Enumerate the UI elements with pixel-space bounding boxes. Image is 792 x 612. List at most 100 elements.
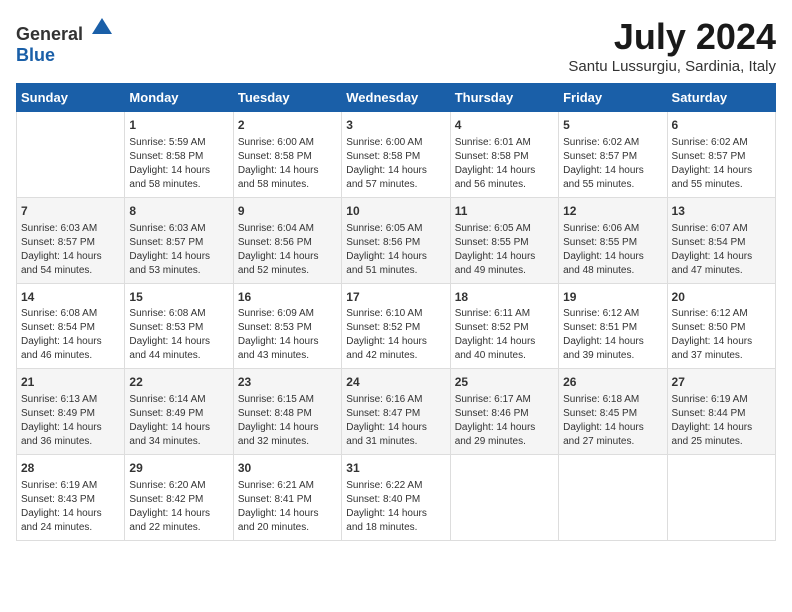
header-day-sunday: Sunday (17, 84, 125, 112)
day-info: Sunrise: 6:20 AMSunset: 8:42 PMDaylight:… (129, 479, 228, 535)
day-info: Sunrise: 6:19 AMSunset: 8:44 PMDaylight:… (672, 393, 771, 449)
day-cell: 16Sunrise: 6:09 AMSunset: 8:53 PMDayligh… (233, 283, 341, 369)
day-cell: 21 Sunrise: 6:13 AMSunset: 8:49 PMDayligh… (17, 369, 125, 455)
day-cell: 6 Sunrise: 6:02 AMSunset: 8:57 PMDaylight… (667, 112, 775, 198)
day-info: Sunrise: 6:16 AMSunset: 8:47 PMDaylight:… (346, 393, 445, 449)
day-info: Sunrise: 6:03 AMSunset: 8:57 PMDaylight:… (21, 222, 120, 278)
week-row-2: 14Sunrise: 6:08 AMSunset: 8:54 PMDayligh… (17, 283, 776, 369)
day-info: Sunrise: 6:00 AMSunset: 8:58 PMDaylight:… (238, 136, 337, 192)
day-cell: 12Sunrise: 6:06 AMSunset: 8:55 PMDayligh… (559, 197, 667, 283)
day-cell: 31 Sunrise: 6:22 AMSunset: 8:40 PMDayligh… (342, 455, 450, 541)
logo-general: General (16, 24, 83, 44)
day-number: 2 (238, 117, 337, 134)
day-info: Sunrise: 6:17 AMSunset: 8:46 PMDaylight:… (455, 393, 554, 449)
day-number: 27 (672, 374, 771, 391)
logo: General Blue (16, 16, 114, 66)
day-number: 29 (129, 460, 228, 477)
day-number: 8 (129, 203, 228, 220)
day-number: 18 (455, 289, 554, 306)
day-number: 7 (21, 203, 120, 220)
day-number: 26 (563, 374, 662, 391)
header-day-thursday: Thursday (450, 84, 558, 112)
header-day-wednesday: Wednesday (342, 84, 450, 112)
day-cell: 22 Sunrise: 6:14 AMSunset: 8:49 PMDayligh… (125, 369, 233, 455)
day-cell (17, 112, 125, 198)
calendar-header: SundayMondayTuesdayWednesdayThursdayFrid… (17, 84, 776, 112)
header-day-saturday: Saturday (667, 84, 775, 112)
day-number: 10 (346, 203, 445, 220)
day-cell: 27 Sunrise: 6:19 AMSunset: 8:44 PMDayligh… (667, 369, 775, 455)
week-row-3: 21 Sunrise: 6:13 AMSunset: 8:49 PMDayligh… (17, 369, 776, 455)
day-cell: 26 Sunrise: 6:18 AMSunset: 8:45 PMDayligh… (559, 369, 667, 455)
week-row-4: 28 Sunrise: 6:19 AMSunset: 8:43 PMDayligh… (17, 455, 776, 541)
day-number: 9 (238, 203, 337, 220)
day-info: Sunrise: 6:01 AMSunset: 8:58 PMDaylight:… (455, 136, 554, 192)
day-info: Sunrise: 6:18 AMSunset: 8:45 PMDaylight:… (563, 393, 662, 449)
day-info: Sunrise: 6:08 AMSunset: 8:54 PMDaylight:… (21, 307, 120, 363)
day-info: Sunrise: 6:08 AMSunset: 8:53 PMDaylight:… (129, 307, 228, 363)
day-number: 11 (455, 203, 554, 220)
calendar-table: SundayMondayTuesdayWednesdayThursdayFrid… (16, 83, 776, 541)
day-number: 23 (238, 374, 337, 391)
day-number: 1 (129, 117, 228, 134)
day-cell (559, 455, 667, 541)
week-row-0: 1Sunrise: 5:59 AMSunset: 8:58 PMDaylight… (17, 112, 776, 198)
day-cell: 11 Sunrise: 6:05 AMSunset: 8:55 PMDayligh… (450, 197, 558, 283)
day-cell: 25Sunrise: 6:17 AMSunset: 8:46 PMDayligh… (450, 369, 558, 455)
day-number: 24 (346, 374, 445, 391)
day-cell: 4 Sunrise: 6:01 AMSunset: 8:58 PMDaylight… (450, 112, 558, 198)
title-area: July 2024 Santu Lussurgiu, Sardinia, Ita… (568, 16, 776, 75)
day-cell: 5Sunrise: 6:02 AMSunset: 8:57 PMDaylight… (559, 112, 667, 198)
day-cell (667, 455, 775, 541)
header-row: SundayMondayTuesdayWednesdayThursdayFrid… (17, 84, 776, 112)
week-row-1: 7 Sunrise: 6:03 AMSunset: 8:57 PMDaylight… (17, 197, 776, 283)
day-cell: 8Sunrise: 6:03 AMSunset: 8:57 PMDaylight… (125, 197, 233, 283)
day-cell: 1Sunrise: 5:59 AMSunset: 8:58 PMDaylight… (125, 112, 233, 198)
day-number: 3 (346, 117, 445, 134)
day-cell: 15Sunrise: 6:08 AMSunset: 8:53 PMDayligh… (125, 283, 233, 369)
day-number: 22 (129, 374, 228, 391)
day-info: Sunrise: 6:22 AMSunset: 8:40 PMDaylight:… (346, 479, 445, 535)
day-number: 15 (129, 289, 228, 306)
day-cell: 24 Sunrise: 6:16 AMSunset: 8:47 PMDayligh… (342, 369, 450, 455)
day-cell: 10Sunrise: 6:05 AMSunset: 8:56 PMDayligh… (342, 197, 450, 283)
day-info: Sunrise: 6:15 AMSunset: 8:48 PMDaylight:… (238, 393, 337, 449)
day-info: Sunrise: 6:14 AMSunset: 8:49 PMDaylight:… (129, 393, 228, 449)
day-cell: 7 Sunrise: 6:03 AMSunset: 8:57 PMDaylight… (17, 197, 125, 283)
day-cell: 2 Sunrise: 6:00 AMSunset: 8:58 PMDaylight… (233, 112, 341, 198)
day-info: Sunrise: 6:05 AMSunset: 8:55 PMDaylight:… (455, 222, 554, 278)
day-number: 31 (346, 460, 445, 477)
main-title: July 2024 (568, 16, 776, 58)
day-number: 21 (21, 374, 120, 391)
day-info: Sunrise: 6:19 AMSunset: 8:43 PMDaylight:… (21, 479, 120, 535)
day-cell: 28 Sunrise: 6:19 AMSunset: 8:43 PMDayligh… (17, 455, 125, 541)
day-number: 12 (563, 203, 662, 220)
day-number: 20 (672, 289, 771, 306)
day-cell: 9 Sunrise: 6:04 AMSunset: 8:56 PMDaylight… (233, 197, 341, 283)
day-cell: 13Sunrise: 6:07 AMSunset: 8:54 PMDayligh… (667, 197, 775, 283)
day-cell: 29 Sunrise: 6:20 AMSunset: 8:42 PMDayligh… (125, 455, 233, 541)
day-cell: 19Sunrise: 6:12 AMSunset: 8:51 PMDayligh… (559, 283, 667, 369)
day-cell: 14Sunrise: 6:08 AMSunset: 8:54 PMDayligh… (17, 283, 125, 369)
day-info: Sunrise: 6:10 AMSunset: 8:52 PMDaylight:… (346, 307, 445, 363)
day-info: Sunrise: 6:12 AMSunset: 8:50 PMDaylight:… (672, 307, 771, 363)
day-info: Sunrise: 6:11 AMSunset: 8:52 PMDaylight:… (455, 307, 554, 363)
day-info: Sunrise: 6:02 AMSunset: 8:57 PMDaylight:… (672, 136, 771, 192)
day-cell: 17Sunrise: 6:10 AMSunset: 8:52 PMDayligh… (342, 283, 450, 369)
day-info: Sunrise: 6:12 AMSunset: 8:51 PMDaylight:… (563, 307, 662, 363)
day-cell: 3Sunrise: 6:00 AMSunset: 8:58 PMDaylight… (342, 112, 450, 198)
day-info: Sunrise: 6:04 AMSunset: 8:56 PMDaylight:… (238, 222, 337, 278)
day-number: 4 (455, 117, 554, 134)
day-cell (450, 455, 558, 541)
day-info: Sunrise: 6:07 AMSunset: 8:54 PMDaylight:… (672, 222, 771, 278)
day-number: 14 (21, 289, 120, 306)
logo-icon (90, 16, 114, 40)
header: General Blue July 2024 Santu Lussurgiu, … (16, 16, 776, 75)
day-number: 28 (21, 460, 120, 477)
day-number: 30 (238, 460, 337, 477)
day-number: 6 (672, 117, 771, 134)
day-info: Sunrise: 6:13 AMSunset: 8:49 PMDaylight:… (21, 393, 120, 449)
header-day-friday: Friday (559, 84, 667, 112)
logo-blue: Blue (16, 45, 55, 65)
day-cell: 23 Sunrise: 6:15 AMSunset: 8:48 PMDayligh… (233, 369, 341, 455)
